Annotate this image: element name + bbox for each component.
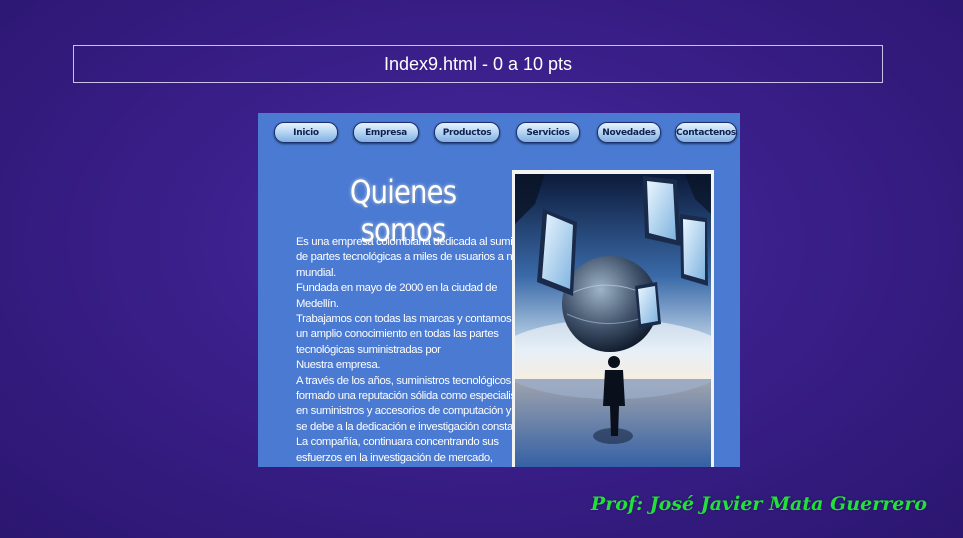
paragraph-line: mundial. xyxy=(296,266,336,279)
nav-button-contactenos[interactable]: Contactenos xyxy=(675,122,737,143)
paragraph-line: Nuestra empresa. xyxy=(296,359,381,372)
nav-bar: Inicio Empresa Productos Servicios Noved… xyxy=(258,122,740,144)
paragraph-line: Medellín. xyxy=(296,297,339,310)
paragraph-line: La compañía, continuara concentrando sus xyxy=(296,436,499,449)
nav-button-novedades[interactable]: Novedades xyxy=(597,122,661,143)
paragraph-line: Trabajamos con todas las marcas y contam… xyxy=(296,313,532,326)
tech-illustration xyxy=(512,170,714,467)
paragraph-line: Es una empresa colombiana dedicada al su… xyxy=(296,236,538,248)
paragraph-line: se debe a la dedicación e investigación … xyxy=(296,420,531,433)
slide-title: Index9.html - 0 a 10 pts xyxy=(383,53,573,74)
paragraph-line: de partes tecnológicas a miles de usuari… xyxy=(296,251,528,264)
nav-button-servicios[interactable]: Servicios xyxy=(516,122,580,143)
globe-person-image xyxy=(515,174,711,467)
nav-button-empresa[interactable]: Empresa xyxy=(353,122,419,143)
paragraph-line: Fundada en mayo de 2000 en la ciudad de xyxy=(296,282,498,295)
paragraph-line: un amplio conocimiento en todas las part… xyxy=(296,328,499,341)
about-paragraph: Es una empresa colombiana dedicada al su… xyxy=(296,235,546,466)
nav-button-inicio[interactable]: Inicio xyxy=(274,122,338,143)
paragraph-line: A través de los años, suministros tecnol… xyxy=(296,374,526,387)
nav-button-productos[interactable]: Productos xyxy=(434,122,500,143)
paragraph-line: esfuerzos en la investigación de mercado… xyxy=(296,451,493,464)
paragraph-line: formado una reputación sólida como espec… xyxy=(296,390,530,403)
author-signature: Prof: José Javier Mata Guerrero xyxy=(590,493,927,515)
slide-title-box: Index9.html - 0 a 10 pts xyxy=(73,45,883,83)
paragraph-line: tecnológicas suministradas por xyxy=(296,343,441,356)
paragraph-line: en suministros y accesorios de computaci… xyxy=(296,405,534,418)
website-preview: Inicio Empresa Productos Servicios Noved… xyxy=(258,113,740,467)
